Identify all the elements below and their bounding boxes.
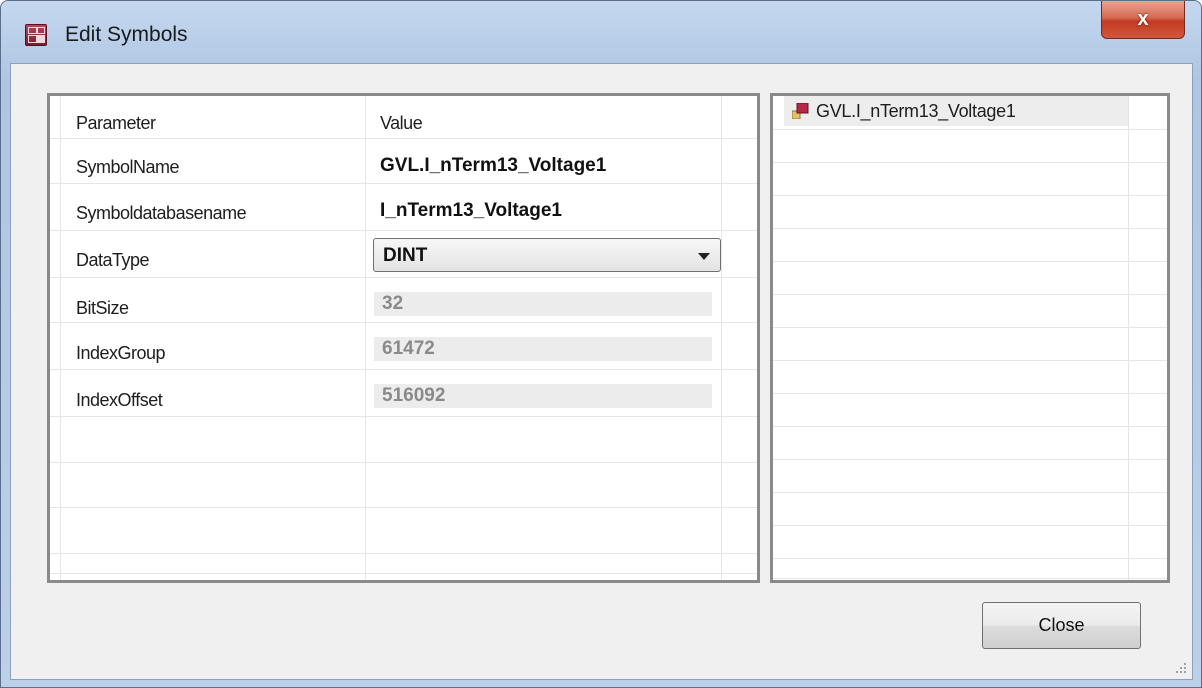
tree-empty-row [773,162,1167,196]
tree-empty-row [773,360,1167,394]
indexoffset-readonly-field: 516092 [374,384,712,408]
chevron-down-icon[interactable] [698,253,710,260]
tree-empty-row [773,459,1167,493]
grid-row-symboldatabasename[interactable]: Symboldatabasename I_nTerm13_Voltage1 [50,183,757,231]
grid-empty-row [50,416,757,463]
tree-empty-row [773,228,1167,262]
tree-empty-row [773,525,1167,559]
close-button[interactable]: Close [982,602,1141,649]
symbol-icon [792,103,809,119]
grid-row-indexgroup: IndexGroup 61472 [50,322,757,370]
bitsize-value: 32 [382,293,404,314]
tree-empty-row [773,393,1167,427]
header-parameter[interactable]: Parameter [76,113,156,134]
grid-empty-row [50,553,757,574]
param-label: Symboldatabasename [76,203,247,223]
param-label: SymbolName [76,157,180,177]
tree-item-selected[interactable]: GVL.I_nTerm13_Voltage1 [784,96,1128,126]
indexgroup-readonly-field: 61472 [374,337,712,361]
param-label: BitSize [76,298,129,318]
symbol-tree: GVL.I_nTerm13_Voltage1 [770,93,1170,583]
datatype-selected-value: DINT [383,245,428,266]
tree-empty-row [773,129,1167,163]
grid-empty-row [50,462,757,508]
grid-row-bitsize: BitSize 32 [50,277,757,323]
param-label: IndexGroup [76,343,166,363]
tree-empty-row [773,492,1167,526]
tree-empty-row [773,426,1167,460]
grid-header-row: Parameter Value [50,96,757,139]
grid-empty-row [50,507,757,554]
bitsize-readonly-field: 32 [374,292,712,316]
grid-row-indexoffset: IndexOffset 516092 [50,369,757,417]
datatype-dropdown[interactable]: DINT [373,238,721,272]
grid-row-datatype[interactable]: DataType DINT [50,230,757,278]
title-bar[interactable]: Edit Symbols x [1,1,1201,63]
tree-empty-row [773,195,1167,229]
grid-row-symbolname[interactable]: SymbolName GVL.I_nTerm13_Voltage1 [50,138,757,184]
tree-empty-row [773,261,1167,295]
dialog-client-area: Parameter Value SymbolName GVL.I_nTerm13… [10,63,1193,680]
param-label: IndexOffset [76,390,163,410]
tree-empty-row [773,294,1167,328]
window-close-button[interactable]: x [1101,1,1185,39]
close-icon: x [1137,8,1149,30]
header-value[interactable]: Value [380,113,423,134]
resize-grip-icon[interactable] [1172,659,1186,673]
symbolname-value[interactable]: GVL.I_nTerm13_Voltage1 [380,155,606,177]
window-title: Edit Symbols [65,23,188,46]
param-label: DataType [76,250,150,270]
tree-empty-row [773,558,1167,579]
edit-symbols-window: Edit Symbols x Parameter Value SymbolNam… [0,0,1202,688]
app-icon [25,24,47,46]
tree-row[interactable]: GVL.I_nTerm13_Voltage1 [773,96,1167,130]
tree-item-label: GVL.I_nTerm13_Voltage1 [816,101,1016,121]
tree-empty-row [773,327,1167,361]
indexgroup-value: 61472 [382,338,435,359]
indexoffset-value: 516092 [382,385,446,406]
property-grid: Parameter Value SymbolName GVL.I_nTerm13… [47,93,760,583]
symboldatabasename-value[interactable]: I_nTerm13_Voltage1 [380,200,562,222]
